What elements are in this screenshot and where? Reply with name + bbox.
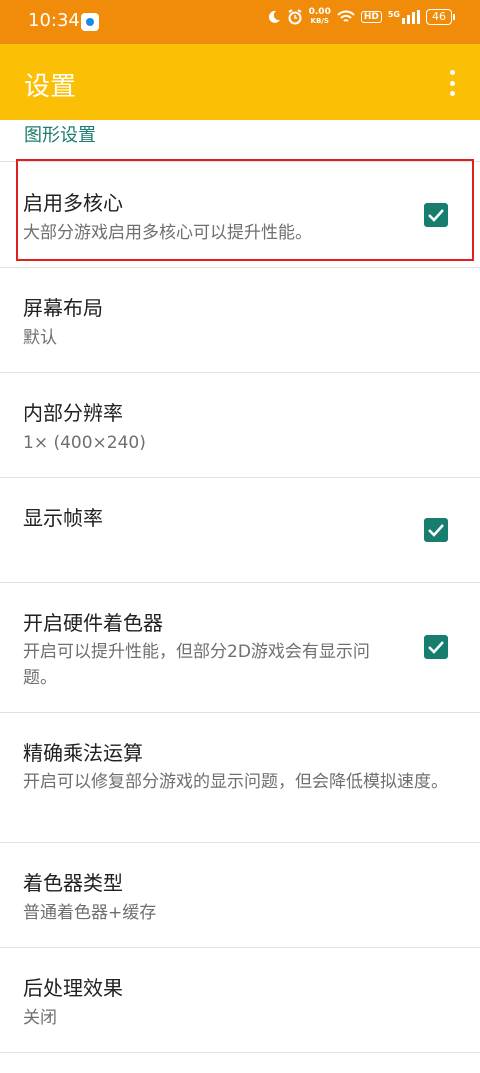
setting-internal-resolution[interactable]: 内部分辨率 1× (400×240)	[0, 373, 480, 478]
page-title: 设置	[24, 72, 77, 102]
setting-summary: 大部分游戏启用多核心可以提升性能。	[23, 223, 312, 243]
status-icons: 0.00 KB/S HD 5G 46	[267, 7, 455, 26]
setting-title: 内部分辨率	[23, 401, 123, 425]
setting-summary: 普通着色器+缓存	[23, 903, 157, 923]
status-bar: 10:34 0.00 KB/S HD 5G 46	[0, 0, 480, 44]
setting-show-fps[interactable]: 显示帧率	[0, 478, 480, 583]
setting-screen-layout[interactable]: 屏幕布局 默认	[0, 268, 480, 373]
alarm-icon	[288, 9, 302, 25]
setting-summary: 关闭	[23, 1008, 57, 1028]
section-header-graphics: 图形设置	[0, 120, 480, 162]
setting-title: 启用多核心	[23, 191, 123, 215]
setting-post-processing[interactable]: 后处理效果 关闭	[0, 948, 480, 1053]
signal-icon: 5G	[388, 10, 420, 24]
net-speed: 0.00 KB/S	[308, 7, 331, 26]
setting-hardware-shader[interactable]: 开启硬件着色器 开启可以提升性能，但部分2D游戏会有显示问题。	[0, 583, 480, 713]
setting-shader-type[interactable]: 着色器类型 普通着色器+缓存	[0, 843, 480, 948]
setting-summary: 开启可以修复部分游戏的显示问题，但会降低模拟速度。	[23, 772, 448, 792]
setting-multicore[interactable]: 启用多核心 大部分游戏启用多核心可以提升性能。	[0, 162, 480, 268]
app-notification-icon	[81, 13, 99, 31]
moon-icon	[268, 10, 280, 23]
setting-title: 屏幕布局	[23, 296, 103, 320]
multicore-checkbox[interactable]	[424, 203, 448, 227]
setting-accurate-mul[interactable]: 精确乘法运算 开启可以修复部分游戏的显示问题，但会降低模拟速度。	[0, 713, 480, 843]
setting-title: 后处理效果	[23, 976, 123, 1000]
setting-summary: 默认	[23, 328, 57, 348]
setting-title: 精确乘法运算	[23, 741, 143, 765]
battery-icon: 46	[426, 9, 455, 25]
setting-summary: 开启可以提升性能，但部分2D游戏会有显示问题。	[23, 642, 370, 688]
setting-summary: 1× (400×240)	[23, 433, 146, 453]
app-bar: 设置	[0, 44, 480, 120]
status-time: 10:34	[28, 10, 80, 31]
hd-badge: HD	[360, 11, 382, 23]
setting-title: 着色器类型	[23, 871, 123, 895]
setting-title: 开启硬件着色器	[23, 611, 163, 635]
more-vert-icon[interactable]	[446, 70, 458, 96]
hardware-shader-checkbox[interactable]	[424, 635, 448, 659]
show-fps-checkbox[interactable]	[424, 518, 448, 542]
setting-title: 显示帧率	[23, 506, 103, 530]
wifi-icon	[337, 10, 355, 22]
